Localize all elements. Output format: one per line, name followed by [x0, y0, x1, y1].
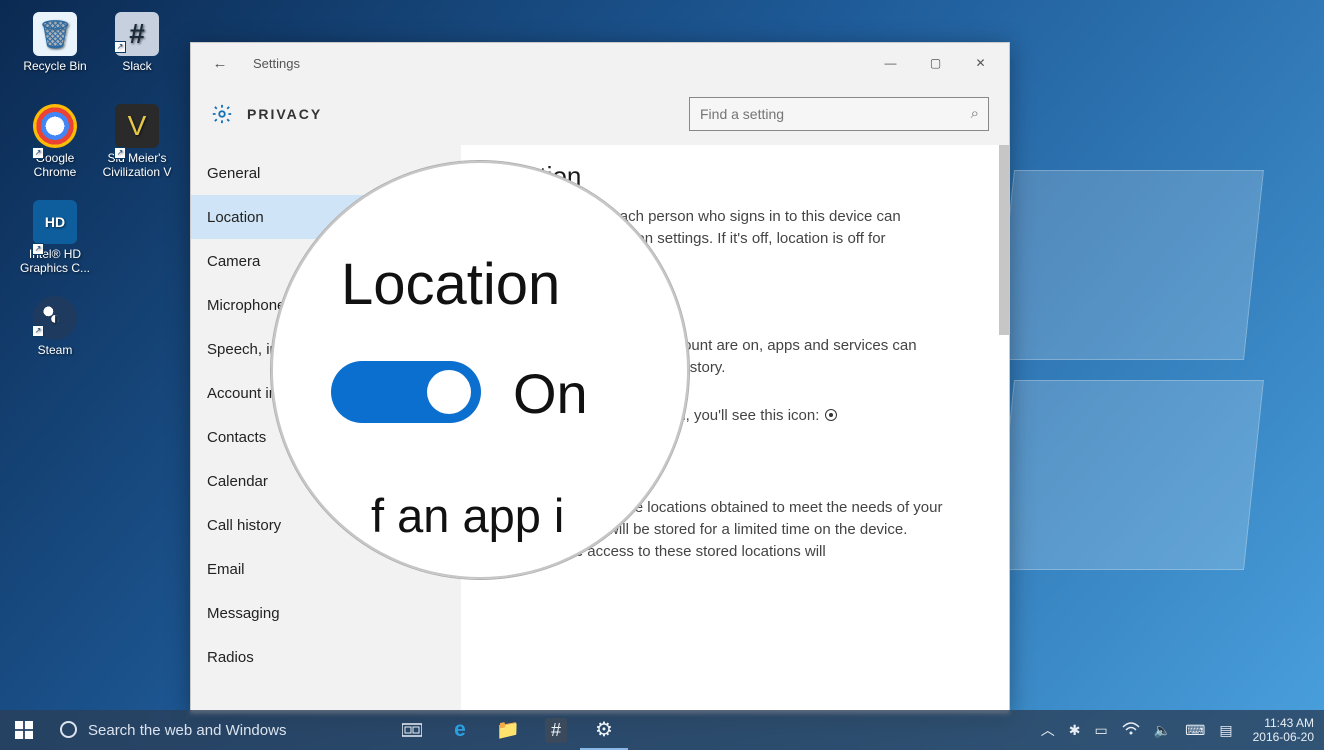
shortcut-badge-icon: ↗: [32, 243, 44, 255]
slack-icon: #: [545, 718, 567, 743]
window-title: Settings: [253, 56, 300, 71]
find-setting-search[interactable]: ⌕: [689, 97, 989, 131]
shortcut-badge-icon: ↗: [114, 147, 126, 159]
header-row: PRIVACY ⌕: [191, 83, 1009, 145]
chrome-icon: [33, 104, 77, 148]
wallpaper-windows-logo-part: [994, 170, 1264, 360]
desktop-icon-label: Recycle Bin: [23, 59, 86, 73]
desktop-icon-recycle-bin[interactable]: 🗑 Recycle Bin: [18, 12, 92, 73]
tray-action-center-icon[interactable]: ▤: [1219, 722, 1232, 739]
tray-bluetooth-icon[interactable]: ✱: [1069, 722, 1081, 739]
minimize-button[interactable]: —: [868, 48, 913, 78]
taskbar-search[interactable]: Search the web and Windows: [48, 710, 388, 750]
shortcut-badge-icon: ↗: [114, 41, 126, 53]
desktop-icon-slack[interactable]: # ↗ Slack: [100, 12, 174, 73]
desktop-icon-label: Sid Meier's Civilization V: [103, 151, 172, 179]
intel-hd-icon: HD: [33, 200, 77, 244]
edge-icon: e: [454, 718, 466, 742]
system-tray: ︿ ✱ ▭ 🔈 ⌨ ▤ 11:43 AM 2016-06-20: [1041, 710, 1324, 750]
task-view-button[interactable]: [388, 710, 436, 750]
desktop-icon-civilization[interactable]: V ↗ Sid Meier's Civilization V: [100, 104, 174, 179]
close-button[interactable]: ✕: [958, 48, 1003, 78]
toggle-knob: [427, 370, 471, 414]
location-in-use-icon: [825, 409, 837, 421]
lens-subtext-fragment: f an app i: [371, 488, 564, 543]
taskbar-search-placeholder: Search the web and Windows: [88, 722, 286, 739]
taskbar-file-explorer[interactable]: 📁: [484, 710, 532, 750]
shortcut-badge-icon: ↗: [32, 147, 44, 159]
civilization-icon: V: [115, 104, 159, 148]
gear-icon: [211, 103, 233, 125]
recycle-bin-icon: 🗑: [33, 12, 77, 56]
toggle-state-label: On: [513, 361, 588, 426]
tray-keyboard-icon[interactable]: ⌨: [1185, 722, 1205, 739]
shortcut-badge-icon: ↗: [32, 325, 44, 337]
windows-logo-icon: [15, 721, 33, 739]
maximize-button[interactable]: ▢: [913, 48, 958, 78]
taskbar: Search the web and Windows e 📁 # ⚙ ︿ ✱ ▭…: [0, 710, 1324, 750]
lens-heading: Location: [341, 251, 560, 318]
section-title: PRIVACY: [247, 106, 322, 122]
desktop-icon-intel-hd[interactable]: HD ↗ Intel® HD Graphics C...: [18, 200, 92, 275]
task-view-icon: [402, 722, 422, 738]
taskbar-settings[interactable]: ⚙: [580, 710, 628, 750]
desktop-icon-chrome[interactable]: ↗ Google Chrome: [18, 104, 92, 179]
search-icon: [60, 721, 77, 738]
clock-date: 2016-06-20: [1253, 730, 1314, 744]
gear-icon: ⚙: [595, 717, 613, 742]
taskbar-edge[interactable]: e: [436, 710, 484, 750]
desktop-icon-steam[interactable]: ◐ ↗ Steam: [18, 296, 92, 357]
tray-chevron-up-icon[interactable]: ︿: [1041, 720, 1055, 740]
tray-battery-icon[interactable]: ▭: [1094, 722, 1107, 739]
wallpaper-windows-logo-part: [994, 380, 1264, 570]
desktop-icon-label: Slack: [122, 59, 151, 73]
sidebar-item-radios[interactable]: Radios: [191, 635, 461, 679]
find-setting-input[interactable]: [689, 97, 989, 131]
tray-volume-icon[interactable]: 🔈: [1154, 722, 1171, 739]
desktop-icon-label: Steam: [38, 343, 73, 357]
back-button[interactable]: ←: [205, 48, 235, 78]
magnifier-lens: Location On f an app i: [270, 160, 690, 580]
file-explorer-icon: 📁: [496, 718, 520, 742]
start-button[interactable]: [0, 710, 48, 750]
desktop-icon-label: Intel® HD Graphics C...: [20, 247, 90, 275]
clock-time: 11:43 AM: [1253, 716, 1314, 730]
taskbar-clock[interactable]: 11:43 AM 2016-06-20: [1247, 716, 1314, 744]
taskbar-slack[interactable]: #: [532, 710, 580, 750]
sidebar-item-messaging[interactable]: Messaging: [191, 591, 461, 635]
search-icon: ⌕: [971, 105, 979, 122]
scrollbar-thumb[interactable]: [999, 145, 1009, 335]
tray-wifi-icon[interactable]: [1122, 722, 1140, 739]
titlebar[interactable]: ← Settings — ▢ ✕: [191, 43, 1009, 83]
location-toggle[interactable]: [331, 361, 481, 423]
